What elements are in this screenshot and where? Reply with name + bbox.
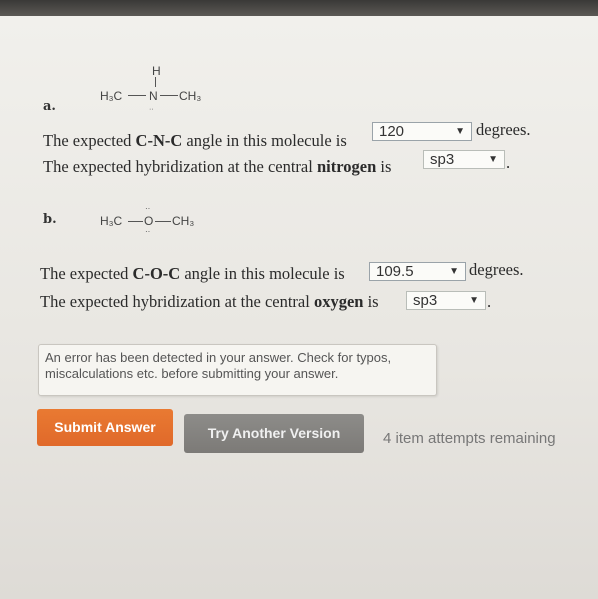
error-message-box: An error has been detected in your answe… [38, 344, 437, 396]
bond-n-c-right [160, 95, 178, 96]
bond-c-n-left [128, 95, 146, 96]
molecule-b: H₃C O ·· ·· CH₃ [100, 198, 220, 240]
triangle-down-icon: ▼ [469, 295, 479, 306]
hybridization-select-b[interactable]: sp3 ▼ [406, 291, 486, 310]
text-prefix: The expected [43, 131, 136, 150]
error-message-line-2: miscalculations etc. before submitting y… [45, 366, 339, 381]
period-a: . [506, 153, 511, 172]
bond-o-c-right [155, 221, 171, 222]
molecule-b-right: CH₃ [172, 214, 195, 228]
part-a-hybridization-question: The expected hybridization at the centra… [43, 157, 391, 177]
part-a-label: a. [43, 99, 56, 114]
bond-name-coc: C-O-C [132, 264, 181, 283]
attempts-remaining-text: 4 item attempts remaining [383, 430, 556, 447]
angle-select-b-value: 109.5 [376, 263, 414, 280]
try-another-version-button[interactable]: Try Another Version [184, 414, 364, 453]
error-message-line-1: An error has been detected in your answe… [45, 350, 392, 365]
molecule-a-right: CH₃ [179, 89, 202, 103]
bond-c-o-left [128, 221, 143, 222]
triangle-down-icon: ▼ [488, 154, 498, 165]
angle-select-a[interactable]: 120 ▼ [372, 122, 472, 141]
period-b: . [487, 292, 492, 311]
atom-name-oxygen: oxygen [313, 292, 364, 311]
molecule-a-top-h: H [152, 64, 161, 78]
hybridization-select-a[interactable]: sp3 ▼ [423, 150, 505, 169]
molecule-a-center: N [149, 89, 158, 103]
triangle-down-icon: ▼ [455, 126, 465, 137]
text-suffix: angle in this molecule is [182, 131, 347, 150]
angle-select-a-value: 120 [379, 123, 405, 140]
lone-pair-dots-bottom: ·· [145, 227, 151, 236]
text-suffix: angle in this molecule is [180, 264, 345, 283]
lone-pair-dots: ·· [149, 106, 154, 113]
text-prefix: The expected [40, 264, 133, 283]
text-prefix: The expected hybridization at the centra… [40, 292, 314, 311]
hybridization-select-b-value: sp3 [413, 292, 438, 309]
degrees-label-b: degrees. [469, 260, 524, 279]
part-b-hybridization-question: The expected hybridization at the centra… [40, 292, 379, 312]
angle-select-b[interactable]: 109.5 ▼ [369, 262, 466, 281]
text-suffix: is [363, 292, 379, 311]
text-suffix: is [376, 157, 392, 176]
molecule-a: H H₃C N ·· CH₃ [100, 64, 220, 114]
triangle-down-icon: ▼ [449, 266, 459, 277]
hybridization-select-a-value: sp3 [430, 151, 455, 168]
top-bar [0, 0, 598, 16]
submit-answer-button[interactable]: Submit Answer [37, 409, 173, 446]
atom-name-nitrogen: nitrogen [316, 157, 377, 176]
molecule-b-left: H₃C [100, 214, 123, 228]
molecule-b-center: O [144, 214, 154, 228]
text-prefix: The expected hybridization at the centra… [43, 157, 317, 176]
degrees-label-a: degrees. [476, 120, 531, 139]
part-b-label: b. [43, 212, 57, 227]
part-b-angle-question: The expected C-O-C angle in this molecul… [40, 264, 345, 284]
part-a-angle-question: The expected C-N-C angle in this molecul… [43, 131, 347, 151]
molecule-a-left: H₃C [100, 89, 123, 103]
lone-pair-dots-top: ·· [145, 204, 151, 213]
bond-name-cnc: C-N-C [135, 131, 183, 150]
bond-n-h [155, 77, 156, 87]
